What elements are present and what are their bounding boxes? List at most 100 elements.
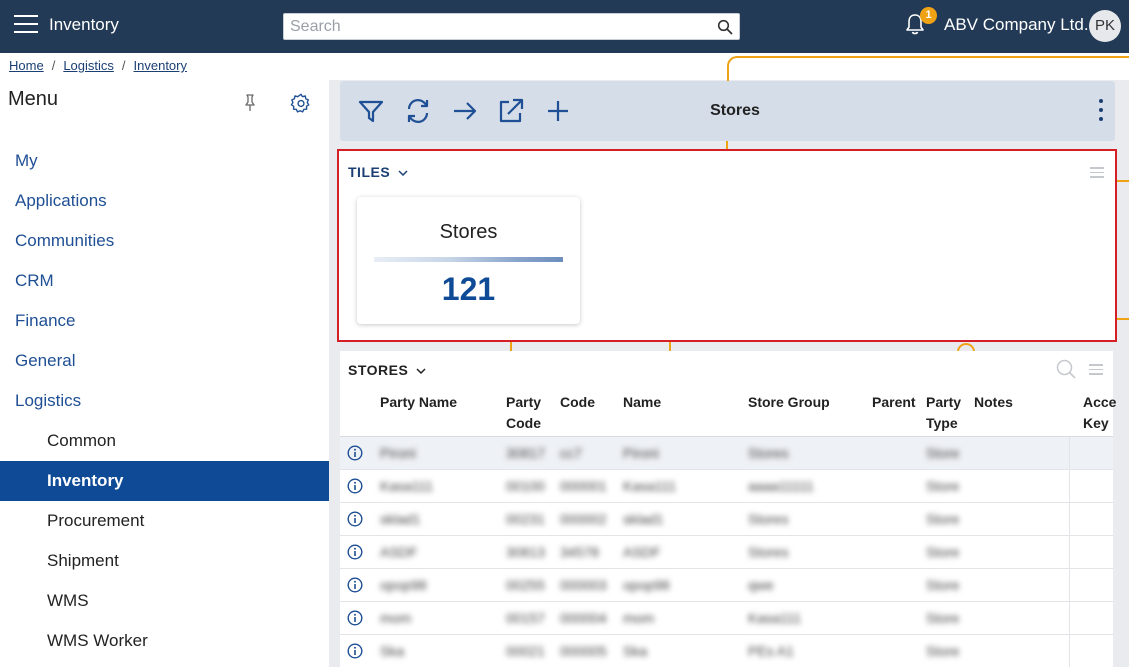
panel-menu-icon[interactable] bbox=[1090, 167, 1104, 179]
column-header-parent[interactable]: Parent bbox=[872, 392, 916, 413]
app-title: Inventory bbox=[49, 15, 119, 34]
table-cell: 00100 bbox=[506, 478, 545, 494]
column-divider bbox=[1069, 503, 1070, 536]
info-icon[interactable] bbox=[347, 511, 363, 527]
menu-item-finance[interactable]: Finance bbox=[0, 301, 329, 341]
menu-item-my[interactable]: My bbox=[0, 141, 329, 181]
table-row[interactable]: ASDF 30813 34578 ASDF Stores Store bbox=[340, 536, 1113, 569]
table-cell: Ska bbox=[380, 643, 405, 659]
menu-item-inventory[interactable]: Inventory bbox=[0, 461, 329, 501]
table-cell: 00255 bbox=[506, 577, 545, 593]
table-cell: Store bbox=[926, 511, 960, 527]
table-cell: ASDF bbox=[623, 544, 661, 560]
table-cell: cc7 bbox=[560, 445, 582, 461]
table-cell: Stores bbox=[748, 511, 789, 527]
table-row[interactable]: Pironi 30817 cc7 Pironi Stores Store bbox=[340, 437, 1113, 470]
gear-icon[interactable] bbox=[290, 92, 312, 114]
breadcrumb-home[interactable]: Home bbox=[9, 58, 44, 73]
column-header-code[interactable]: Code bbox=[560, 392, 595, 413]
table-cell: Pironi bbox=[623, 445, 659, 461]
top-bar: Inventory 1 ABV Company Ltd. PK bbox=[0, 0, 1129, 53]
table-cell: 30813 bbox=[506, 544, 545, 560]
menu-title: Menu bbox=[8, 88, 59, 110]
stores-section-toggle[interactable]: STORES bbox=[348, 362, 426, 378]
chevron-down-icon bbox=[398, 170, 408, 177]
info-icon[interactable] bbox=[347, 643, 363, 659]
menu-item-applications[interactable]: Applications bbox=[0, 181, 329, 221]
table-row[interactable]: sklad1 00231 000002 sklad1 Stores Store bbox=[340, 503, 1113, 536]
table-cell: Pironi bbox=[380, 445, 416, 461]
column-divider bbox=[1069, 602, 1070, 635]
stores-tile[interactable]: Stores 121 bbox=[357, 197, 580, 324]
table-cell: 000003 bbox=[560, 577, 607, 593]
search-icon[interactable] bbox=[717, 19, 733, 35]
info-icon[interactable] bbox=[347, 577, 363, 593]
menu-item-crm[interactable]: CRM bbox=[0, 261, 329, 301]
decorative-line bbox=[1117, 318, 1129, 320]
breadcrumb-logistics[interactable]: Logistics bbox=[63, 58, 114, 73]
breadcrumb: Home / Logistics / Inventory bbox=[9, 58, 187, 73]
table-search-icon[interactable] bbox=[1056, 359, 1076, 379]
company-name[interactable]: ABV Company Ltd. bbox=[944, 15, 1089, 35]
table-cell: 000005 bbox=[560, 643, 607, 659]
menu-item-shipment[interactable]: Shipment bbox=[0, 541, 329, 581]
table-cell: sklad1 bbox=[380, 511, 421, 527]
info-icon[interactable] bbox=[347, 610, 363, 626]
tile-value: 121 bbox=[441, 271, 496, 307]
info-icon[interactable] bbox=[347, 544, 363, 560]
table-row[interactable]: opop98 00255 000003 opop98 qwe Store bbox=[340, 569, 1113, 602]
decorative-line bbox=[510, 342, 512, 351]
table-row[interactable]: Ska 00021 000005 Ska PEs A1 Store bbox=[340, 635, 1113, 667]
table-cell: ASDF bbox=[380, 544, 418, 560]
table-cell: Store bbox=[926, 577, 960, 593]
table-cell: Store bbox=[926, 610, 960, 626]
column-header-name[interactable]: Name bbox=[623, 392, 661, 413]
column-header-access-key[interactable]: Acce Key bbox=[1083, 392, 1116, 434]
table-menu-icon[interactable] bbox=[1089, 364, 1103, 376]
table-cell: aaaa11111 bbox=[748, 478, 814, 494]
table-cell: sklad1 bbox=[623, 511, 664, 527]
menu-item-wms[interactable]: WMS bbox=[0, 581, 329, 621]
hamburger-menu-icon[interactable] bbox=[14, 15, 38, 35]
table-cell: Ska bbox=[623, 643, 648, 659]
search-box[interactable] bbox=[283, 13, 740, 40]
column-header-party-code[interactable]: Party Code bbox=[506, 392, 541, 434]
table-cell: 00021 bbox=[506, 643, 545, 659]
column-divider bbox=[1069, 470, 1070, 503]
column-divider bbox=[1069, 569, 1070, 602]
info-icon[interactable] bbox=[347, 445, 363, 461]
menu-item-communities[interactable]: Communities bbox=[0, 221, 329, 261]
breadcrumb-inventory[interactable]: Inventory bbox=[134, 58, 187, 73]
table-header: Party Name Party Code Code Name Store Gro… bbox=[340, 389, 1116, 437]
column-header-store-group[interactable]: Store Group bbox=[748, 392, 830, 413]
more-options-icon[interactable] bbox=[1094, 99, 1108, 125]
table-cell: Kasa111 bbox=[748, 610, 802, 626]
menu-item-wms-worker[interactable]: WMS Worker bbox=[0, 621, 329, 661]
toolbar: Stores bbox=[340, 81, 1115, 141]
avatar[interactable]: PK bbox=[1089, 10, 1121, 42]
table-row[interactable]: Kasa111 00100 000001 Kasa111 aaaa11111 Store bbox=[340, 470, 1113, 503]
table-cell: opop98 bbox=[380, 577, 427, 593]
table-row[interactable]: mom 00157 000004 mom Kasa111 Store bbox=[340, 602, 1113, 635]
table-cell: 34578 bbox=[560, 544, 599, 560]
column-header-party-name[interactable]: Party Name bbox=[380, 392, 457, 413]
menu-item-common[interactable]: Common bbox=[0, 421, 329, 461]
tiles-section-toggle[interactable]: TILES bbox=[348, 164, 408, 180]
pin-icon[interactable] bbox=[243, 94, 257, 112]
table-cell: 00231 bbox=[506, 511, 545, 527]
menu-item-procurement[interactable]: Procurement bbox=[0, 501, 329, 541]
tile-accent-bar bbox=[374, 257, 563, 262]
menu-item-general[interactable]: General bbox=[0, 341, 329, 381]
column-header-party-type[interactable]: Party Type bbox=[926, 392, 961, 434]
table-cell: 30817 bbox=[506, 445, 545, 461]
tile-title: Stores bbox=[439, 221, 498, 243]
table-cell: opop98 bbox=[623, 577, 670, 593]
sidebar: Menu My Applications Communities CRM Fin… bbox=[0, 80, 329, 667]
table-cell: 00157 bbox=[506, 610, 545, 626]
menu-item-logistics[interactable]: Logistics bbox=[0, 381, 329, 421]
column-header-notes[interactable]: Notes bbox=[974, 392, 1013, 413]
info-icon[interactable] bbox=[347, 478, 363, 494]
search-input[interactable] bbox=[284, 14, 704, 39]
stores-panel: STORES Party Name Party Code Code Name St… bbox=[340, 351, 1116, 667]
table-cell: Store bbox=[926, 445, 960, 461]
